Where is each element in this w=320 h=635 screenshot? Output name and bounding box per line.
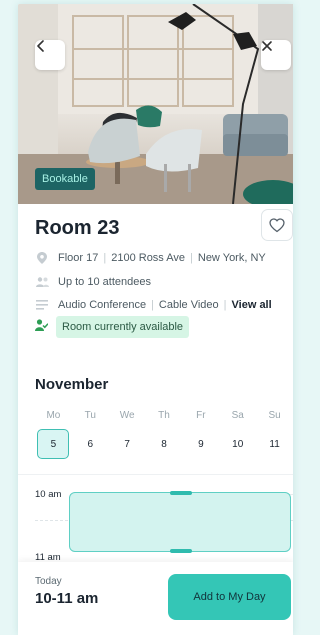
add-to-my-day-button[interactable]: Add to My Day bbox=[168, 574, 291, 620]
date-number: 10 bbox=[232, 438, 244, 450]
amenity-item: Cable Video bbox=[158, 299, 219, 311]
close-button[interactable] bbox=[261, 40, 291, 70]
date-number: 9 bbox=[198, 438, 204, 450]
date-cell[interactable]: 7 bbox=[109, 429, 146, 459]
weekday-label: Tu bbox=[84, 410, 96, 421]
weekday-label: Mo bbox=[46, 410, 61, 421]
separator: | bbox=[151, 299, 154, 311]
separator: | bbox=[223, 299, 227, 311]
date-cell[interactable]: 10 bbox=[219, 429, 256, 459]
date-cell-selected[interactable]: 5 bbox=[35, 429, 72, 459]
close-icon bbox=[262, 41, 272, 51]
location-street: 2100 Ross Ave bbox=[111, 252, 186, 264]
date-number: 8 bbox=[161, 438, 167, 450]
weekday-label: Sa bbox=[231, 410, 244, 421]
heart-icon bbox=[269, 217, 285, 232]
availability-status: Room currently available bbox=[56, 316, 190, 338]
date-cell[interactable]: 9 bbox=[182, 429, 219, 459]
weekday-label: We bbox=[119, 410, 135, 421]
date-cell[interactable]: 8 bbox=[146, 429, 183, 459]
location-city: New York, NY bbox=[197, 252, 266, 264]
room-photo: Bookable bbox=[18, 4, 293, 204]
weekday-label: Su bbox=[268, 410, 281, 421]
date-number: 5 bbox=[37, 429, 70, 459]
weekday-label: Fr bbox=[196, 410, 206, 421]
person-check-icon bbox=[35, 318, 49, 336]
booking-footer: Today 10-11 am Add to My Day bbox=[18, 562, 293, 635]
booking-time: 10-11 am bbox=[35, 590, 99, 607]
month-label: November bbox=[35, 376, 109, 393]
weekday-label: Th bbox=[158, 410, 170, 421]
booking-day: Today bbox=[35, 576, 62, 587]
chevron-left-icon bbox=[37, 40, 44, 52]
date-row: 5 6 7 8 9 10 11 bbox=[35, 429, 293, 459]
location-pin-icon bbox=[35, 251, 49, 265]
resize-handle-top[interactable] bbox=[170, 491, 192, 495]
list-icon bbox=[35, 298, 49, 312]
capacity-row: Up to 10 attendees bbox=[35, 275, 151, 289]
date-number: 11 bbox=[269, 438, 280, 450]
back-button[interactable] bbox=[35, 40, 65, 70]
separator: | bbox=[190, 252, 193, 264]
resize-handle-bottom[interactable] bbox=[170, 549, 192, 553]
separator: | bbox=[103, 252, 107, 264]
amenities-row: Audio Conference | Cable Video | View al… bbox=[35, 298, 272, 312]
room-detail-card: Bookable Room 23 Floor 17 | 2100 Ross Av… bbox=[18, 4, 293, 635]
availability-row: Room currently available bbox=[35, 316, 190, 338]
weekday-header: Mo Tu We Th Fr Sa Su bbox=[35, 410, 293, 421]
bookable-badge: Bookable bbox=[35, 168, 95, 190]
date-number: 7 bbox=[124, 438, 130, 450]
room-title: Room 23 bbox=[35, 217, 120, 239]
date-number: 6 bbox=[87, 438, 94, 450]
booking-block[interactable] bbox=[69, 491, 291, 553]
location-floor: Floor 17 bbox=[58, 252, 99, 264]
people-icon bbox=[35, 275, 49, 289]
view-all-link[interactable]: View all bbox=[232, 299, 272, 311]
date-cell[interactable]: 11 bbox=[256, 429, 293, 459]
capacity-text: Up to 10 attendees bbox=[58, 276, 151, 288]
date-cell[interactable]: 6 bbox=[72, 429, 109, 459]
location-row: Floor 17 | 2100 Ross Ave | New York, NY bbox=[35, 251, 266, 265]
section-divider bbox=[18, 474, 293, 475]
time-label-start: 10 am bbox=[35, 489, 62, 500]
favorite-button[interactable] bbox=[261, 209, 293, 241]
amenity-item: Audio Conference bbox=[58, 299, 147, 311]
